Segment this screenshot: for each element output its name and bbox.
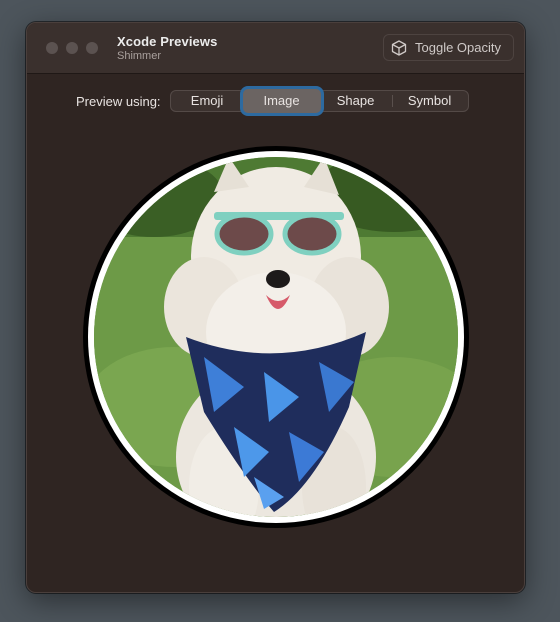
toggle-opacity-button[interactable]: Toggle Opacity (383, 34, 514, 61)
window-title: Xcode Previews (117, 34, 218, 49)
preview-window: Xcode Previews Shimmer Toggle Opacity Pr… (26, 22, 525, 593)
title-bar: Xcode Previews Shimmer Toggle Opacity (27, 23, 524, 74)
segment-image[interactable]: Image (242, 89, 321, 113)
segment-symbol[interactable]: Symbol (391, 91, 468, 111)
preview-circle-frame (83, 146, 469, 528)
preview-picker-label: Preview using: (76, 93, 161, 109)
toggle-opacity-label: Toggle Opacity (415, 40, 501, 55)
cube-icon (390, 39, 408, 57)
window-subtitle: Shimmer (117, 50, 162, 62)
close-window-button[interactable] (46, 42, 58, 54)
dog-photo (94, 157, 458, 517)
preview-segmented-control: Emoji Image Shape Symbol (169, 89, 469, 113)
preview-picker: Preview using: Emoji Image Shape Symbol (76, 89, 469, 113)
zoom-window-button[interactable] (86, 42, 98, 54)
segment-shape[interactable]: Shape (320, 91, 392, 111)
minimize-window-button[interactable] (66, 42, 78, 54)
segment-emoji[interactable]: Emoji (171, 91, 244, 111)
